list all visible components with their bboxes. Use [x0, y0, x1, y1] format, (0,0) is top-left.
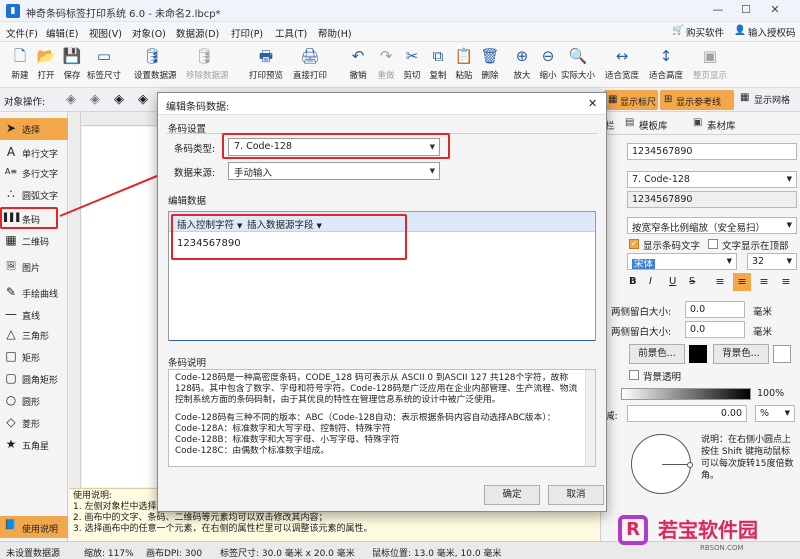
data-editor: 插入控制字符 ▼ 插入数据源字段 ▼ 1234567890 [168, 211, 596, 341]
desc-paragraph: Code-128码是一种高密度条码，CODE_128 码可表示从 ASCII 0… [175, 373, 578, 405]
barcode-type-combo-value: 7. Code-128 [234, 141, 292, 152]
edit-barcode-dialog: 编辑条码数据: ✕ 条码设置 条码类型: 7. Code-128 ▼ 数据来源:… [157, 92, 607, 512]
data-source-combo-value: 手动输入 [234, 168, 273, 179]
data-source-combo[interactable]: 手动输入 ▼ [228, 162, 440, 180]
desc-group-title: 条码说明 [168, 358, 207, 369]
barcode-description: Code-128码是一种高密度条码，CODE_128 码可表示从 ASCII 0… [168, 369, 596, 467]
desc-line: Code-128C：由偶数个标准数字组成。 [175, 446, 330, 456]
desc-paragraph: Code-128码有三种不同的版本：ABC（Code-128自动：表示根据条码内… [175, 413, 556, 423]
chevron-down-icon: ▼ [237, 222, 243, 230]
insert-control-char-label: 插入控制字符 [177, 220, 235, 231]
edit-group-title: 编辑数据 [168, 196, 207, 207]
type-label: 条码类型: [174, 144, 216, 155]
barcode-type-combo[interactable]: 7. Code-128 ▼ [228, 138, 440, 156]
editor-bottom-line [169, 340, 595, 341]
barcode-tool-highlight [0, 207, 58, 229]
dialog-title: 编辑条码数据: [166, 102, 230, 113]
barcode-data-textarea[interactable]: 1234567890 [177, 238, 241, 249]
desc-line: Code-128B：标准数字和大写字母、小写字母、特殊字符 [175, 435, 400, 445]
source-label: 数据来源: [174, 168, 216, 179]
dialog-close-icon[interactable]: ✕ [588, 97, 597, 110]
chevron-down-icon: ▼ [429, 143, 435, 151]
desc-scrollbar[interactable] [585, 370, 595, 466]
chevron-down-icon: ▼ [316, 222, 322, 230]
insert-datasource-field-label: 插入数据源字段 [247, 220, 314, 231]
chevron-down-icon: ▼ [429, 167, 435, 175]
dialog-titlebar: 编辑条码数据: ✕ [158, 93, 606, 115]
insert-datasource-field-button[interactable]: 插入数据源字段 ▼ [247, 217, 322, 231]
ok-button[interactable]: 确定 [484, 485, 540, 505]
desc-line: Code-128A：标准数字和大写字母、控制符、特殊字符 [175, 424, 391, 434]
cancel-button[interactable]: 取消 [548, 485, 604, 505]
insert-control-char-button[interactable]: 插入控制字符 ▼ [177, 217, 242, 231]
